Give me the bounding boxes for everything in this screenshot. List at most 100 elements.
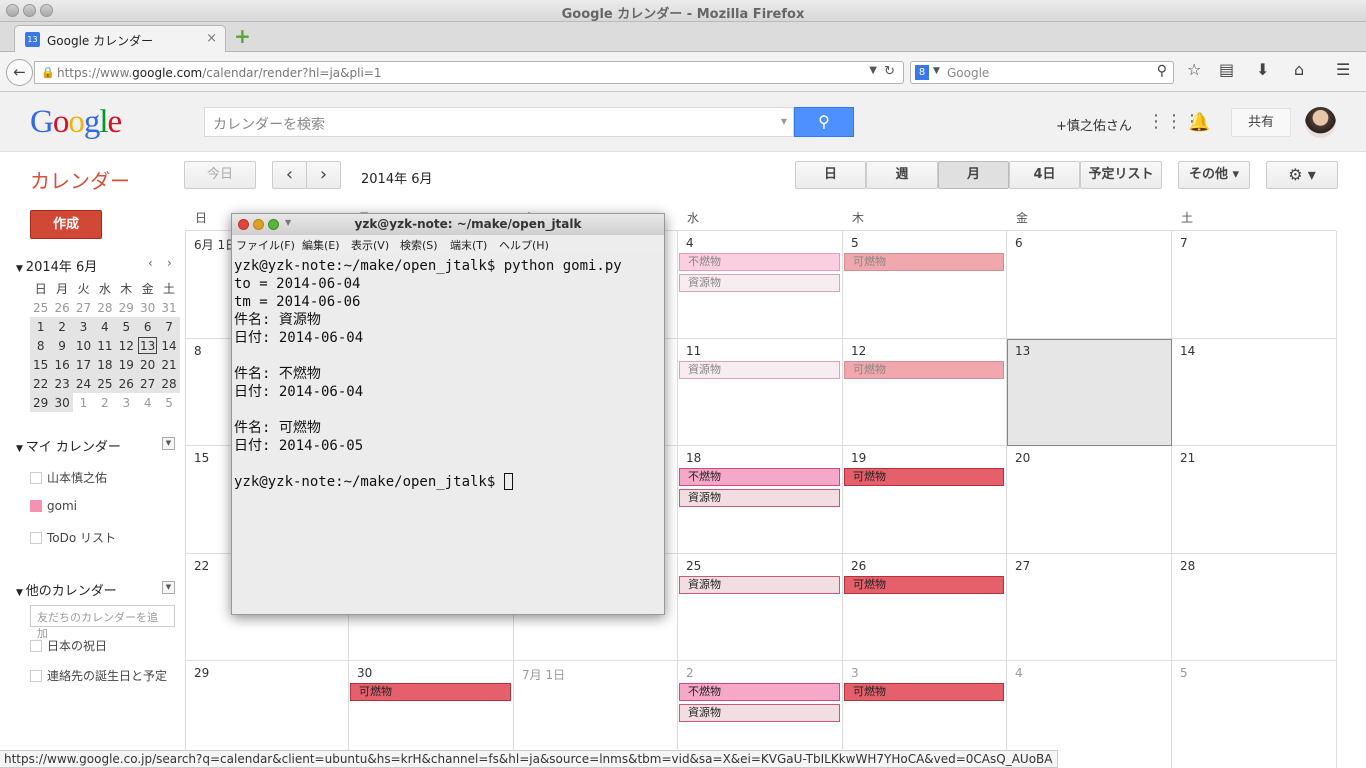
mini-calendar-prev-icon[interactable]: ‹ [148,256,153,270]
menu-view[interactable]: 表示(V) [351,237,389,253]
mini-day[interactable]: 29 [30,393,52,412]
mini-day[interactable]: 10 [72,336,95,355]
mini-day[interactable]: 26 [51,298,72,317]
calendar-search-input[interactable]: カレンダーを検索 ▼ [204,107,794,137]
event-chip[interactable]: 可燃物 [844,361,1004,379]
day-number[interactable]: 5 [1180,666,1188,680]
mini-day[interactable]: 26 [115,374,137,393]
menu-icon[interactable]: ☰ [1336,60,1350,79]
day-cell[interactable]: 7 [1172,231,1337,339]
day-cell[interactable]: 5 [1172,661,1337,768]
browser-tab[interactable]: 13 Google カレンダー × [14,25,226,52]
notifications-bell-icon[interactable]: 🔔 [1188,112,1210,133]
day-number[interactable]: 4 [686,236,694,250]
mini-day[interactable]: 27 [73,298,94,317]
browser-search-box[interactable]: 8 ▼ Google ⚲ [910,61,1174,84]
event-chip[interactable]: 資源物 [679,361,840,379]
mini-day[interactable]: 7 [158,317,180,336]
other-calendars-options-icon[interactable]: ▼ [162,581,175,594]
mini-day[interactable]: 25 [30,298,51,317]
today-button[interactable]: 今日 [184,161,256,189]
day-cell[interactable]: 20 [1007,446,1172,554]
my-calendars-header[interactable]: ▼ マイ カレンダー [16,436,121,455]
menu-terminal[interactable]: 端末(T) [450,237,487,253]
search-engine-icon[interactable]: 8 [915,65,929,80]
create-event-button[interactable]: 作成 [30,210,102,239]
reading-list-icon[interactable]: ▤ [1219,60,1234,79]
day-number[interactable]: 22 [194,559,209,573]
next-period-button[interactable]: › [306,161,341,189]
tab-close-icon[interactable]: × [206,31,217,46]
day-number[interactable]: 20 [1015,451,1030,465]
search-engine-dropdown-icon[interactable]: ▼ [933,66,940,76]
mini-day[interactable]: 20 [136,355,159,374]
mini-day[interactable]: 3 [116,393,137,412]
event-chip[interactable]: 資源物 [679,489,840,507]
day-cell[interactable]: 28 [1172,554,1337,661]
mini-day[interactable]: 14 [158,336,180,355]
event-chip[interactable]: 可燃物 [350,683,511,701]
day-cell[interactable]: 12 [843,339,1007,446]
mini-day[interactable]: 19 [115,355,137,374]
mini-day[interactable]: 2 [94,393,115,412]
mini-day[interactable]: 30 [51,393,73,412]
mini-day[interactable]: 30 [137,298,158,317]
mini-calendar-next-icon[interactable]: › [167,256,172,270]
mini-day[interactable]: 18 [94,355,116,374]
search-options-dropdown-icon[interactable]: ▼ [781,117,787,126]
day-cell[interactable]: 21 [1172,446,1337,554]
more-menu-button[interactable]: その他 ▾ [1178,161,1250,189]
menu-search[interactable]: 検索(S) [400,237,438,253]
prev-period-button[interactable]: ‹ [272,161,307,189]
mini-day[interactable]: 1 [73,393,94,412]
day-number[interactable]: 4 [1015,666,1023,680]
terminal-titlebar[interactable]: ▼ yzk@yzk-note: ~/make/open_jtalk [232,214,664,235]
day-number[interactable]: 14 [1180,344,1195,358]
mini-day[interactable]: 23 [51,374,73,393]
event-chip[interactable]: 資源物 [679,576,840,594]
back-button[interactable]: ← [6,59,33,86]
event-chip[interactable]: 資源物 [679,274,840,292]
mini-day[interactable]: 17 [72,355,95,374]
day-number[interactable]: 28 [1180,559,1195,573]
day-number[interactable]: 26 [851,559,866,573]
mini-calendar-title[interactable]: ▼ 2014年 6月 [16,256,97,275]
user-name-link[interactable]: +慎之佑さん [1056,115,1132,134]
day-cell[interactable]: 27 [1007,554,1172,661]
day-number[interactable]: 8 [194,344,202,358]
url-bar[interactable]: 🔒 https://www.google.com/calendar/render… [34,61,904,84]
day-number[interactable]: 3 [851,666,859,680]
day-number[interactable]: 7 [1180,236,1188,250]
view-month-button[interactable]: 月 [938,161,1009,189]
day-number[interactable]: 29 [194,666,209,680]
event-chip[interactable]: 不燃物 [679,468,840,486]
my-calendars-options-icon[interactable]: ▼ [162,437,175,450]
mini-day[interactable]: 16 [51,355,73,374]
mini-day[interactable]: 2 [51,317,73,336]
share-button[interactable]: 共有 [1231,108,1291,137]
event-chip[interactable]: 可燃物 [844,576,1004,594]
bookmark-star-icon[interactable]: ☆ [1187,60,1201,79]
mini-day[interactable]: 4 [94,317,116,336]
mini-day[interactable]: 5 [158,393,179,412]
day-number[interactable]: 30 [357,666,372,680]
calendar-color-checkbox[interactable] [30,670,42,682]
mini-day[interactable]: 3 [72,317,95,336]
day-number[interactable]: 21 [1180,451,1195,465]
mini-day[interactable]: 12 [115,336,137,355]
calendar-item-holidays[interactable]: 日本の祝日 [30,637,107,654]
mini-day[interactable]: 29 [116,298,137,317]
day-number[interactable]: 18 [686,451,701,465]
calendar-search-button[interactable]: ⚲ [794,107,854,137]
search-icon[interactable]: ⚲ [1157,63,1167,79]
day-number[interactable]: 7月 1日 [522,666,565,683]
google-logo[interactable]: Google [30,104,122,141]
day-cell[interactable]: 25 [678,554,843,661]
mini-day[interactable]: 8 [30,336,52,355]
home-icon[interactable]: ⌂ [1294,60,1304,79]
other-calendars-header[interactable]: ▼ 他のカレンダー [16,580,117,599]
mini-day[interactable]: 1 [30,317,52,336]
new-tab-button[interactable]: + [234,26,252,46]
settings-gear-button[interactable]: ⚙ ▾ [1266,161,1338,189]
calendar-color-checkbox[interactable] [30,532,42,544]
